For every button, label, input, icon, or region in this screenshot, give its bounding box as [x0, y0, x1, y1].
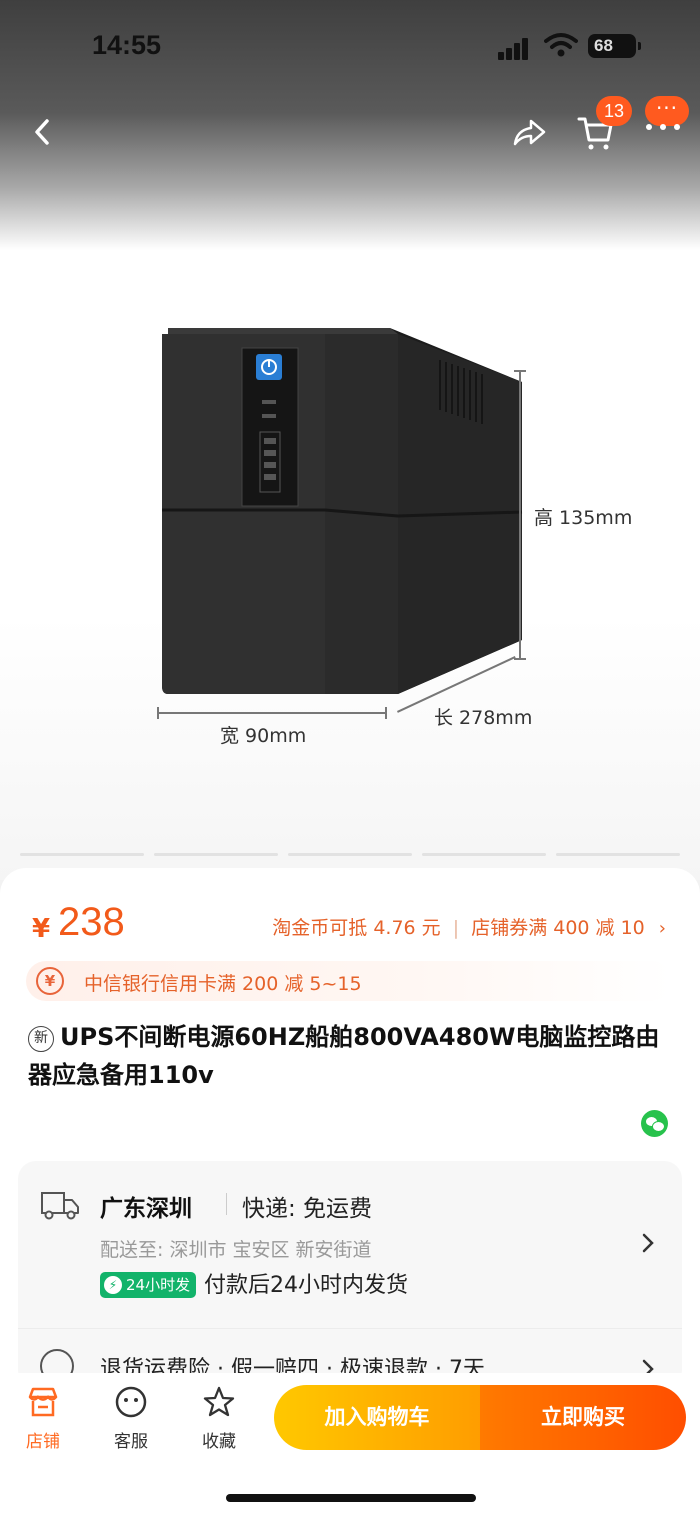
cellular-signal-icon — [498, 36, 534, 60]
pager-dot[interactable] — [556, 853, 680, 856]
wechat-share-icon[interactable] — [641, 1110, 668, 1137]
tab-favorite-label: 收藏 — [202, 1432, 236, 1452]
ups-product-image — [162, 328, 523, 694]
bank-promo-row[interactable]: ¥ 中信银行信用卡满 200 减 5~15 — [26, 961, 672, 1001]
image-pager[interactable] — [20, 853, 680, 857]
price-row: ¥ 238 淘金币可抵 4.76 元 | 店铺券满 400 减 10 › — [32, 900, 672, 950]
chevron-left-icon — [35, 119, 49, 145]
new-tag: 新 — [28, 1026, 54, 1052]
bank-promo-text: 中信银行信用卡满 200 减 5~15 — [84, 973, 362, 995]
home-indicator — [226, 1494, 476, 1502]
cart-count-badge: 13 — [596, 96, 632, 126]
shop-icon — [28, 1387, 58, 1417]
product-info-card: ¥ 238 淘金币可抵 4.76 元 | 店铺券满 400 减 10 › ¥ 中… — [0, 868, 700, 1388]
status-time: 14:55 — [92, 30, 162, 60]
chat-face-icon — [115, 1386, 147, 1418]
more-icon — [646, 124, 680, 130]
coin-deduction-text: 淘金币可抵 4.76 元 — [272, 917, 441, 939]
divider — [18, 1328, 682, 1329]
tab-shop-label: 店铺 — [26, 1432, 60, 1452]
length-label: 长 278mm — [434, 707, 533, 729]
shop-coupon-text: 店铺券满 400 减 10 — [471, 917, 645, 939]
status-bar: 14:55 68 — [0, 0, 700, 96]
ship-method: 快递: 免运费 — [242, 1196, 373, 1222]
pager-dot[interactable] — [288, 853, 412, 856]
shipping-section[interactable]: 广东深圳 快递: 免运费 配送至: 深圳市 宝安区 新安街道 ⚡ 24小时发 付… — [18, 1161, 682, 1388]
price-currency: ¥ — [32, 914, 51, 944]
pager-dot[interactable] — [20, 853, 144, 856]
wifi-icon — [544, 33, 578, 57]
top-nav — [0, 98, 700, 164]
product-title: 新 UPS不间断电源60HZ船舶800VA480W电脑监控路由器应急备用110v — [28, 1018, 678, 1094]
ship-origin: 广东深圳 — [100, 1196, 192, 1222]
share-icon — [513, 119, 546, 146]
ship-destination: 配送至: 深圳市 宝安区 新安街道 — [100, 1239, 372, 1261]
24h-shipping-badge: ⚡ 24小时发 — [100, 1272, 197, 1298]
product-title-text: UPS不间断电源60HZ船舶800VA480W电脑监控路由器应急备用110v — [28, 1023, 660, 1089]
tab-service-label: 客服 — [114, 1432, 148, 1452]
pager-dot[interactable] — [154, 853, 278, 856]
promotion-link[interactable]: 淘金币可抵 4.76 元 | 店铺券满 400 减 10 › — [272, 913, 666, 940]
yuan-coupon-icon: ¥ — [36, 967, 64, 995]
width-dimension-line — [157, 707, 387, 719]
tab-shop[interactable]: 店铺 — [12, 1385, 74, 1452]
chevron-right-icon — [642, 1233, 654, 1253]
width-label: 宽 90mm — [220, 725, 307, 747]
battery-icon: 68 — [588, 34, 641, 58]
lightning-icon: ⚡ — [104, 1276, 122, 1294]
star-icon — [203, 1386, 235, 1417]
share-button[interactable] — [507, 110, 551, 154]
price-value: 238 — [58, 900, 125, 944]
ship-promise: 付款后24小时内发货 — [204, 1273, 408, 1298]
height-label: 高 135mm — [534, 507, 633, 529]
bottom-action-bar: 店铺 客服 收藏 加入购物车 立即购买 — [0, 1373, 700, 1517]
buy-now-button[interactable]: 立即购买 — [480, 1385, 686, 1450]
pager-dot[interactable] — [422, 853, 546, 856]
back-button[interactable] — [22, 112, 62, 152]
height-dimension-line — [514, 370, 526, 660]
add-to-cart-button[interactable]: 加入购物车 — [274, 1385, 480, 1450]
truck-icon — [41, 1192, 79, 1220]
chevron-right-icon: › — [658, 918, 666, 939]
divider — [226, 1193, 227, 1215]
badge-text: 24小时发 — [126, 1276, 191, 1294]
tab-customer-service[interactable]: 客服 — [100, 1385, 162, 1452]
tab-favorite[interactable]: 收藏 — [188, 1385, 250, 1452]
promo-divider: | — [452, 917, 460, 939]
